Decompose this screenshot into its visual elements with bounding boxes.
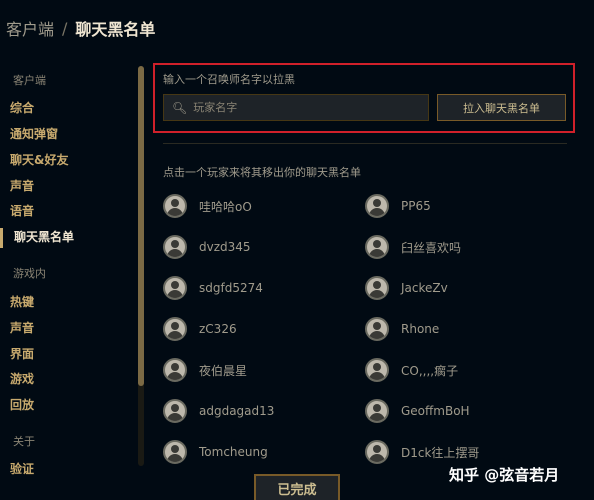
sidebar-item-general[interactable]: 综合 bbox=[10, 99, 34, 116]
sidebar-section-client: 客户端 bbox=[13, 74, 46, 87]
sidebar-item-verification[interactable]: 验证 bbox=[10, 460, 34, 477]
sidebar-item-hotkeys[interactable]: 热键 bbox=[10, 293, 34, 310]
user-avatar-icon bbox=[163, 399, 187, 423]
user-avatar-icon bbox=[163, 194, 187, 218]
header: 客户端 / 聊天黑名单 bbox=[0, 0, 594, 56]
breadcrumb[interactable]: 客户端 bbox=[6, 16, 54, 40]
player-name: PP65 bbox=[401, 199, 431, 213]
blacklist-player-item[interactable]: zC326 bbox=[163, 317, 237, 341]
sidebar-scrollbar-thumb[interactable] bbox=[138, 66, 144, 386]
sidebar-item-interface[interactable]: 界面 bbox=[10, 345, 34, 362]
add-to-blacklist-button[interactable]: 拉入聊天黑名单 bbox=[437, 94, 566, 121]
user-avatar-icon bbox=[365, 399, 389, 423]
player-name: CO,,,,瘸子 bbox=[401, 363, 459, 378]
player-name: Tomcheung bbox=[199, 445, 268, 459]
blacklist-player-item[interactable]: 哇哈哈oO bbox=[163, 194, 252, 218]
divider bbox=[163, 143, 567, 144]
blacklist-player-item[interactable]: JackeZv bbox=[365, 276, 448, 300]
user-avatar-icon bbox=[365, 317, 389, 341]
sidebar-item-sound[interactable]: 声音 bbox=[10, 177, 34, 194]
user-avatar-icon bbox=[365, 358, 389, 382]
blacklist-player-item[interactable]: 臼丝喜欢吗 bbox=[365, 235, 461, 259]
blacklist-player-item[interactable]: D1ck往上摆哥 bbox=[365, 440, 479, 464]
user-avatar-icon bbox=[163, 276, 187, 300]
player-name-input[interactable] bbox=[193, 101, 414, 114]
search-box[interactable]: 🔍︎ bbox=[163, 94, 429, 121]
player-name: 夜伯晨星 bbox=[199, 363, 248, 378]
sidebar-item-replays[interactable]: 回放 bbox=[10, 396, 34, 413]
blacklist-player-item[interactable]: PP65 bbox=[365, 194, 431, 218]
blacklist-player-item[interactable]: Tomcheung bbox=[163, 440, 268, 464]
sidebar-active-indicator bbox=[0, 228, 3, 248]
player-name: D1ck往上摆哥 bbox=[401, 445, 480, 460]
search-icon: 🔍︎ bbox=[172, 100, 188, 115]
player-name: 臼丝喜欢吗 bbox=[401, 240, 462, 255]
player-name: GeoffmBoH bbox=[401, 404, 470, 418]
user-avatar-icon bbox=[163, 235, 187, 259]
user-avatar-icon bbox=[163, 358, 187, 382]
blacklist-player-item[interactable]: GeoffmBoH bbox=[365, 399, 470, 423]
sidebar-item-voice[interactable]: 语音 bbox=[10, 202, 34, 219]
user-avatar-icon bbox=[365, 194, 389, 218]
player-name: sdgfd5274 bbox=[199, 281, 263, 295]
sidebar-item-game[interactable]: 游戏 bbox=[10, 370, 34, 387]
blacklist-player-item[interactable]: sdgfd5274 bbox=[163, 276, 263, 300]
breadcrumb-separator: / bbox=[62, 18, 68, 38]
sidebar-item-ingame-sound[interactable]: 声音 bbox=[10, 319, 34, 336]
user-avatar-icon bbox=[163, 317, 187, 341]
player-name: JackeZv bbox=[401, 281, 448, 295]
input-label: 输入一个召唤师名字以拉黑 bbox=[163, 73, 295, 86]
blacklist-player-item[interactable]: Rhone bbox=[365, 317, 439, 341]
sidebar-item-chat-blacklist[interactable]: 聊天黑名单 bbox=[14, 228, 74, 245]
user-avatar-icon bbox=[163, 440, 187, 464]
blacklist-player-item[interactable]: CO,,,,瘸子 bbox=[365, 358, 458, 382]
player-name: dvzd345 bbox=[199, 240, 251, 254]
blacklist-player-item[interactable]: dvzd345 bbox=[163, 235, 251, 259]
page-title: 聊天黑名单 bbox=[75, 20, 156, 39]
blacklist-hint: 点击一个玩家来将其移出你的聊天黑名单 bbox=[163, 166, 361, 179]
sidebar-item-notifications[interactable]: 通知弹窗 bbox=[10, 125, 58, 142]
done-button[interactable]: 已完成 bbox=[254, 474, 340, 500]
watermark: 知乎 @弦音若月 bbox=[449, 466, 560, 484]
blacklist-player-item[interactable]: adgdagad13 bbox=[163, 399, 274, 423]
sidebar-item-chat-friends[interactable]: 聊天&好友 bbox=[10, 151, 68, 168]
player-name: zC326 bbox=[199, 322, 237, 336]
player-name: Rhone bbox=[401, 322, 440, 336]
user-avatar-icon bbox=[365, 276, 389, 300]
player-name: 哇哈哈oO bbox=[199, 199, 252, 214]
user-avatar-icon bbox=[365, 440, 389, 464]
sidebar-section-about: 关于 bbox=[13, 435, 35, 448]
blacklist-player-item[interactable]: 夜伯晨星 bbox=[163, 358, 247, 382]
user-avatar-icon bbox=[365, 235, 389, 259]
sidebar: 客户端 综合 通知弹窗 聊天&好友 声音 语音 聊天黑名单 游戏内 热键 声音 … bbox=[0, 60, 140, 500]
sidebar-section-ingame: 游戏内 bbox=[13, 267, 46, 280]
player-name: adgdagad13 bbox=[199, 404, 275, 418]
